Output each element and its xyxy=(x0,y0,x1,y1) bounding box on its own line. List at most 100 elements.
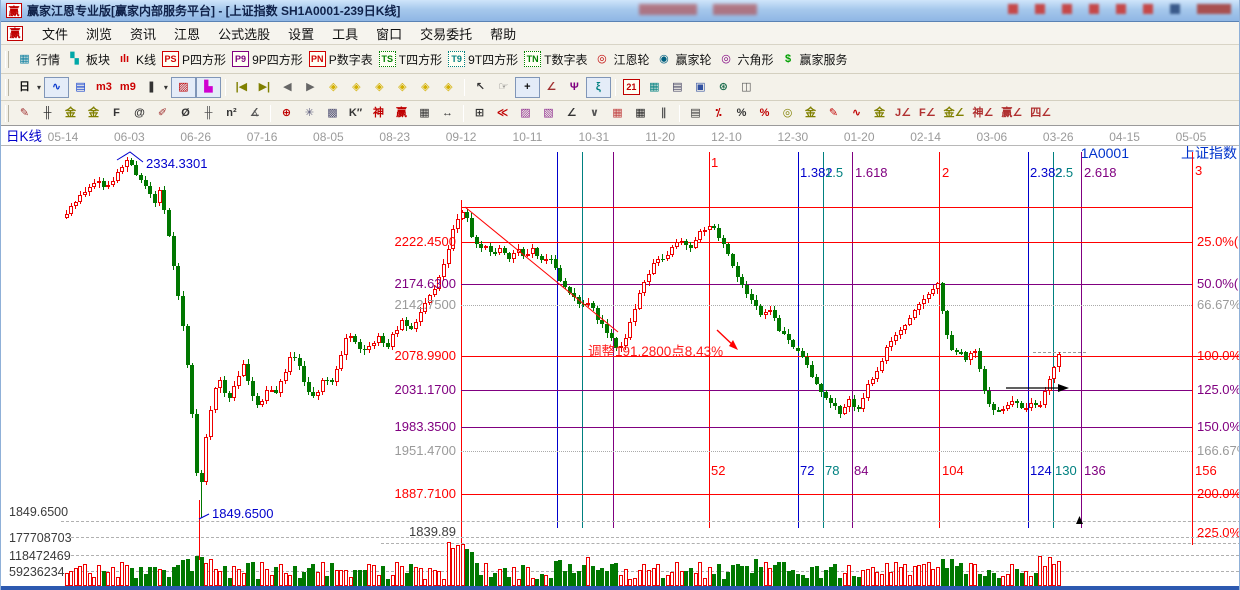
red-grid-tool[interactable]: ▦ xyxy=(606,103,629,124)
pointer-tool[interactable]: ↖ xyxy=(469,77,492,98)
menu-item-6[interactable]: 工具 xyxy=(323,22,367,45)
prev-button[interactable]: ◀ xyxy=(276,77,299,98)
number-grid-tool[interactable]: ▦ xyxy=(413,103,436,124)
hand-tool[interactable]: ☞ xyxy=(492,77,515,98)
boxed-fan-a-tool[interactable]: ▨ xyxy=(514,103,537,124)
percent-line-tool[interactable]: % xyxy=(753,103,776,124)
axis-grid-tool[interactable]: ▦ xyxy=(629,103,652,124)
notes-button[interactable]: ▤ xyxy=(666,77,689,98)
ruler-tool[interactable]: ╫ xyxy=(197,103,220,124)
9t-square-button[interactable]: T99T四方形 xyxy=(445,49,521,70)
diamond-compress-left-button[interactable]: ◈ xyxy=(322,77,345,98)
map-tool[interactable]: ▨ xyxy=(171,77,196,98)
diamond-expand-all-button[interactable]: ◈ xyxy=(414,77,437,98)
candle-style-button[interactable]: ❚▾ xyxy=(140,77,171,98)
dial-gauge-tool[interactable]: Ø xyxy=(174,103,197,124)
titlebar-button-icon[interactable] xyxy=(1008,4,1018,14)
angle-measure-tool[interactable]: ∠ xyxy=(540,77,563,98)
histogram-tool[interactable]: ▙ xyxy=(196,77,221,98)
crosshair-tool[interactable]: + xyxy=(515,77,540,98)
diamond-expand-right-button[interactable]: ◈ xyxy=(345,77,368,98)
pen-gauge-tool[interactable]: ✐ xyxy=(151,103,174,124)
export-web-button[interactable]: ⊛ xyxy=(712,77,735,98)
gann-frame-tool[interactable]: ⊞ xyxy=(468,103,491,124)
p-square-button[interactable]: PSP四方形 xyxy=(159,49,229,70)
n-squared-tool[interactable]: n² xyxy=(220,103,243,124)
titlebar-button-icon[interactable] xyxy=(1089,4,1099,14)
tree-view-button[interactable]: Ψ xyxy=(563,77,586,98)
winner-wheel-button[interactable]: ◉赢家轮 xyxy=(652,49,714,70)
shen-tool[interactable]: 神 xyxy=(367,103,390,124)
gold-gauge-a-tool[interactable]: 金 xyxy=(59,103,82,124)
zigzag-tool[interactable]: ∿ xyxy=(44,77,69,98)
ying-angle-tool[interactable]: 赢∠ xyxy=(997,103,1026,124)
hexagon-button[interactable]: ◎六角形 xyxy=(715,49,777,70)
boxed-web-tool[interactable]: ▩ xyxy=(321,103,344,124)
wave-3-tool[interactable]: m3 xyxy=(92,77,116,98)
circle-target-tool[interactable]: ⊕ xyxy=(275,103,298,124)
gold-gauge-b-tool[interactable]: 金 xyxy=(82,103,105,124)
angle-fan-tool[interactable]: ∠ xyxy=(560,103,583,124)
menu-item-9[interactable]: 帮助 xyxy=(481,22,525,45)
kline-button[interactable]: ılıK线 xyxy=(113,49,159,70)
titlebar-button-icon[interactable] xyxy=(1170,4,1180,14)
trend-percent-tool[interactable]: ⁒ xyxy=(707,103,730,124)
winner-service-button[interactable]: $赢家服务 xyxy=(777,49,851,70)
titlebar-button-icon[interactable] xyxy=(1035,4,1045,14)
diamond-span-h-button[interactable]: ◈ xyxy=(368,77,391,98)
menu-item-5[interactable]: 设置 xyxy=(279,22,323,45)
t-number-table-button[interactable]: TNT数字表 xyxy=(521,49,590,70)
titlebar-button-icon[interactable] xyxy=(1062,4,1072,14)
last-page-button[interactable]: ▶| xyxy=(253,77,276,98)
shen-angle-tool[interactable]: 神∠ xyxy=(968,103,997,124)
gold-level-tool[interactable]: 金 xyxy=(799,103,822,124)
titlebar-button-icon[interactable] xyxy=(1116,4,1126,14)
ying-tool[interactable]: 赢 xyxy=(390,103,413,124)
t-square-button[interactable]: TST四方形 xyxy=(376,49,445,70)
si-angle-tool[interactable]: 四∠ xyxy=(1026,103,1055,124)
menu-item-4[interactable]: 公式选股 xyxy=(209,22,279,45)
wave-channel-tool[interactable]: ∿ xyxy=(845,103,868,124)
period-day-button[interactable]: 日▾ xyxy=(13,77,44,98)
window-control-buttons[interactable] xyxy=(1008,4,1231,14)
menu-item-0[interactable]: 文件 xyxy=(33,22,77,45)
fib-pen-tool[interactable]: ✎ xyxy=(822,103,845,124)
wave-9-tool[interactable]: m9 xyxy=(116,77,140,98)
candle-style-button-dropdown-icon[interactable]: ▾ xyxy=(164,83,168,92)
sectors-button[interactable]: ▚板块 xyxy=(63,49,113,70)
menu-item-1[interactable]: 浏览 xyxy=(77,22,121,45)
info-document-button[interactable]: ▤ xyxy=(69,77,92,98)
compass-pen-tool[interactable]: ✎ xyxy=(13,103,36,124)
next-button[interactable]: ▶ xyxy=(299,77,322,98)
workstation-button[interactable]: ◫ xyxy=(735,77,758,98)
p-number-table-button[interactable]: PNP数字表 xyxy=(306,49,376,70)
gann-wheel-button[interactable]: ◎江恩轮 xyxy=(590,49,652,70)
calculator-button[interactable]: ▦ xyxy=(643,77,666,98)
j-angle-tool[interactable]: J∠ xyxy=(891,103,915,124)
menu-item-8[interactable]: 交易委托 xyxy=(411,22,481,45)
tick-ruler-tool[interactable]: ╫ xyxy=(36,103,59,124)
v-wave-tool[interactable]: ∨ xyxy=(583,103,606,124)
angle-mirror-tool[interactable]: ∡ xyxy=(243,103,266,124)
price-panel-tool[interactable]: ▤ xyxy=(684,103,707,124)
parallel-lines-tool[interactable]: ∥ xyxy=(652,103,675,124)
f-gauge-tool[interactable]: F xyxy=(105,103,128,124)
menu-item-2[interactable]: 资讯 xyxy=(121,22,165,45)
titlebar-button-icon[interactable] xyxy=(1143,4,1153,14)
brain-analysis-button[interactable]: ξ xyxy=(586,77,611,98)
first-page-button[interactable]: |◀ xyxy=(230,77,253,98)
width-span-tool[interactable]: ↔ xyxy=(436,103,459,124)
k-quote-tool[interactable]: K″ xyxy=(344,103,367,124)
period-day-button-dropdown-icon[interactable]: ▾ xyxy=(37,83,41,92)
spiral-tool[interactable]: @ xyxy=(128,103,151,124)
calendar-21-button[interactable]: 21 xyxy=(620,77,643,98)
gold-angle-tool[interactable]: 金∠ xyxy=(940,103,969,124)
boxed-fan-b-tool[interactable]: ▧ xyxy=(537,103,560,124)
quotes-button[interactable]: ▦行情 xyxy=(13,49,63,70)
gold-circle-tool[interactable]: ◎ xyxy=(776,103,799,124)
menu-item-3[interactable]: 江恩 xyxy=(165,22,209,45)
percent-tool[interactable]: % xyxy=(730,103,753,124)
menu-item-7[interactable]: 窗口 xyxy=(367,22,411,45)
f-angle-tool[interactable]: F∠ xyxy=(915,103,940,124)
titlebar-button-icon[interactable] xyxy=(1197,4,1231,14)
